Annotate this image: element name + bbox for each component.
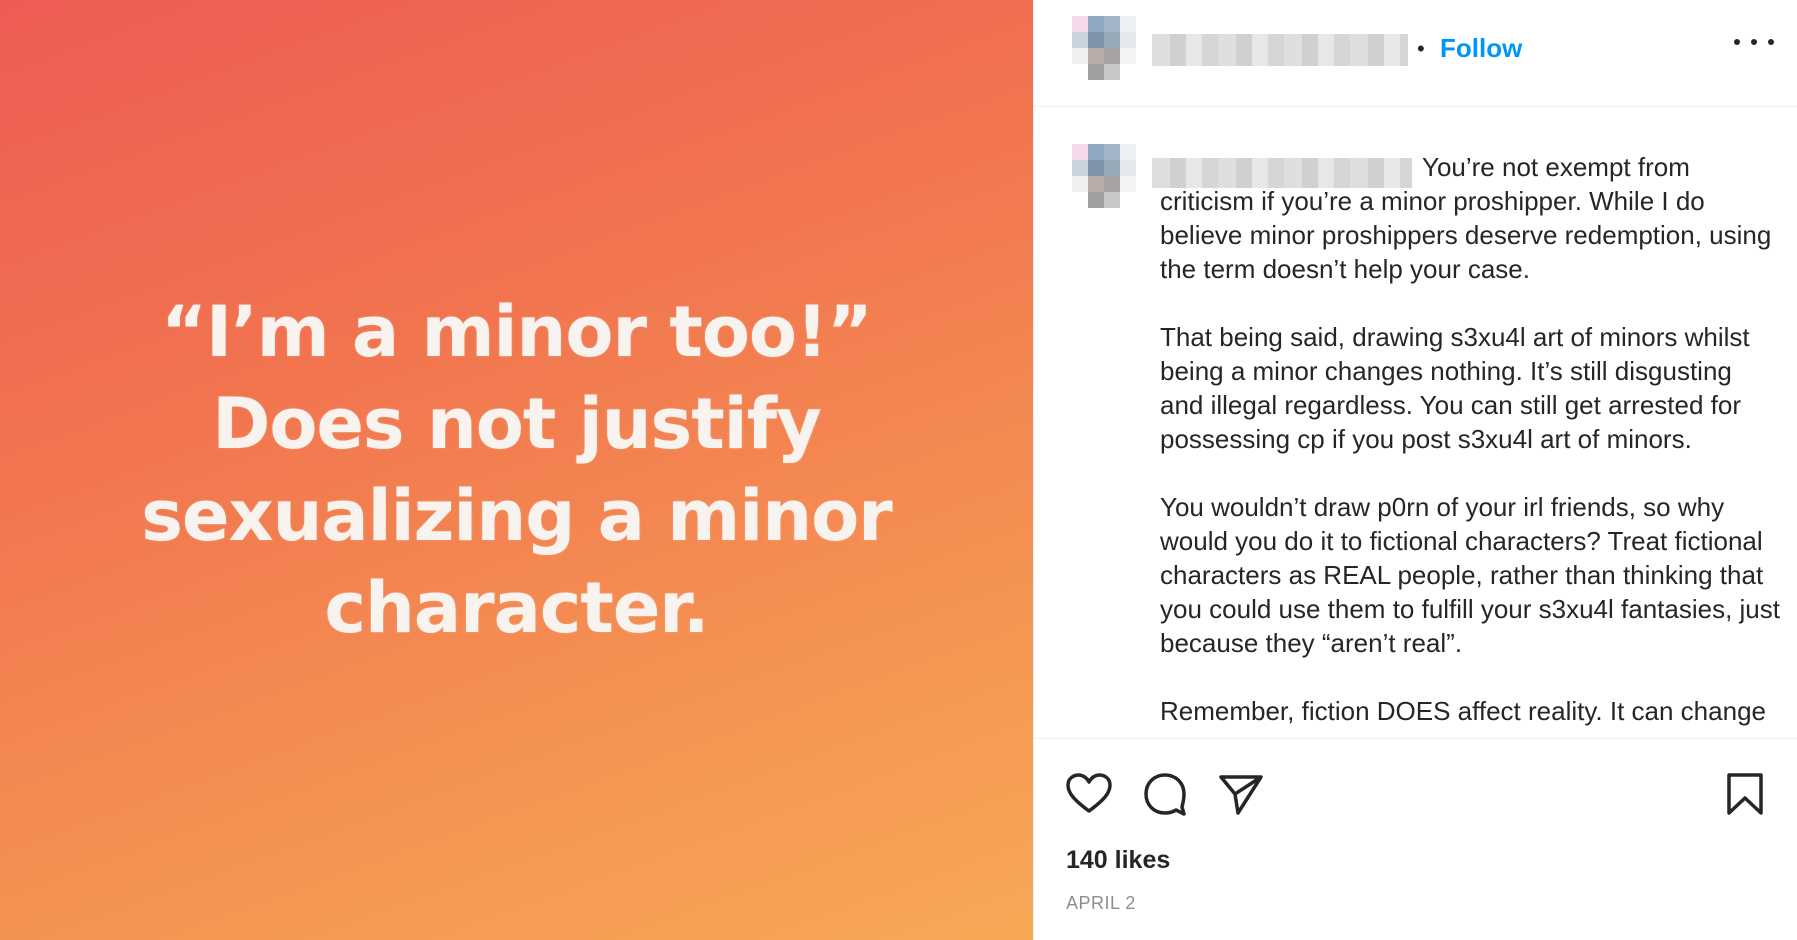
separator-dot: •: [1417, 36, 1425, 61]
post-image-text: “I’m a minor too!” Does not justify sexu…: [141, 291, 892, 649]
avatar[interactable]: [1072, 16, 1136, 80]
post-date[interactable]: APRIL 2: [1066, 893, 1136, 914]
caption-avatar[interactable]: [1072, 144, 1136, 208]
more-options-icon[interactable]: [1734, 30, 1774, 54]
post-side-panel: • Follow You’re not exempt from criticis…: [1033, 0, 1797, 940]
post-header: • Follow: [1034, 0, 1797, 107]
bookmark-icon[interactable]: [1720, 769, 1770, 819]
instagram-post: “I’m a minor too!” Does not justify sexu…: [0, 0, 1797, 940]
likes-count[interactable]: 140 likes: [1066, 846, 1170, 875]
heart-icon[interactable]: [1064, 769, 1114, 819]
username-redacted[interactable]: [1152, 34, 1408, 66]
caption-body: You’re not exempt from criticism if you’…: [1160, 152, 1780, 726]
comment-icon[interactable]: [1140, 769, 1190, 819]
paper-plane-icon[interactable]: [1216, 769, 1266, 819]
caption-area: You’re not exempt from criticism if you’…: [1034, 108, 1797, 738]
post-image[interactable]: “I’m a minor too!” Does not justify sexu…: [0, 0, 1033, 940]
action-bar: [1034, 738, 1797, 838]
caption-text: You’re not exempt from criticism if you’…: [1160, 150, 1780, 728]
follow-button[interactable]: Follow: [1440, 33, 1522, 64]
